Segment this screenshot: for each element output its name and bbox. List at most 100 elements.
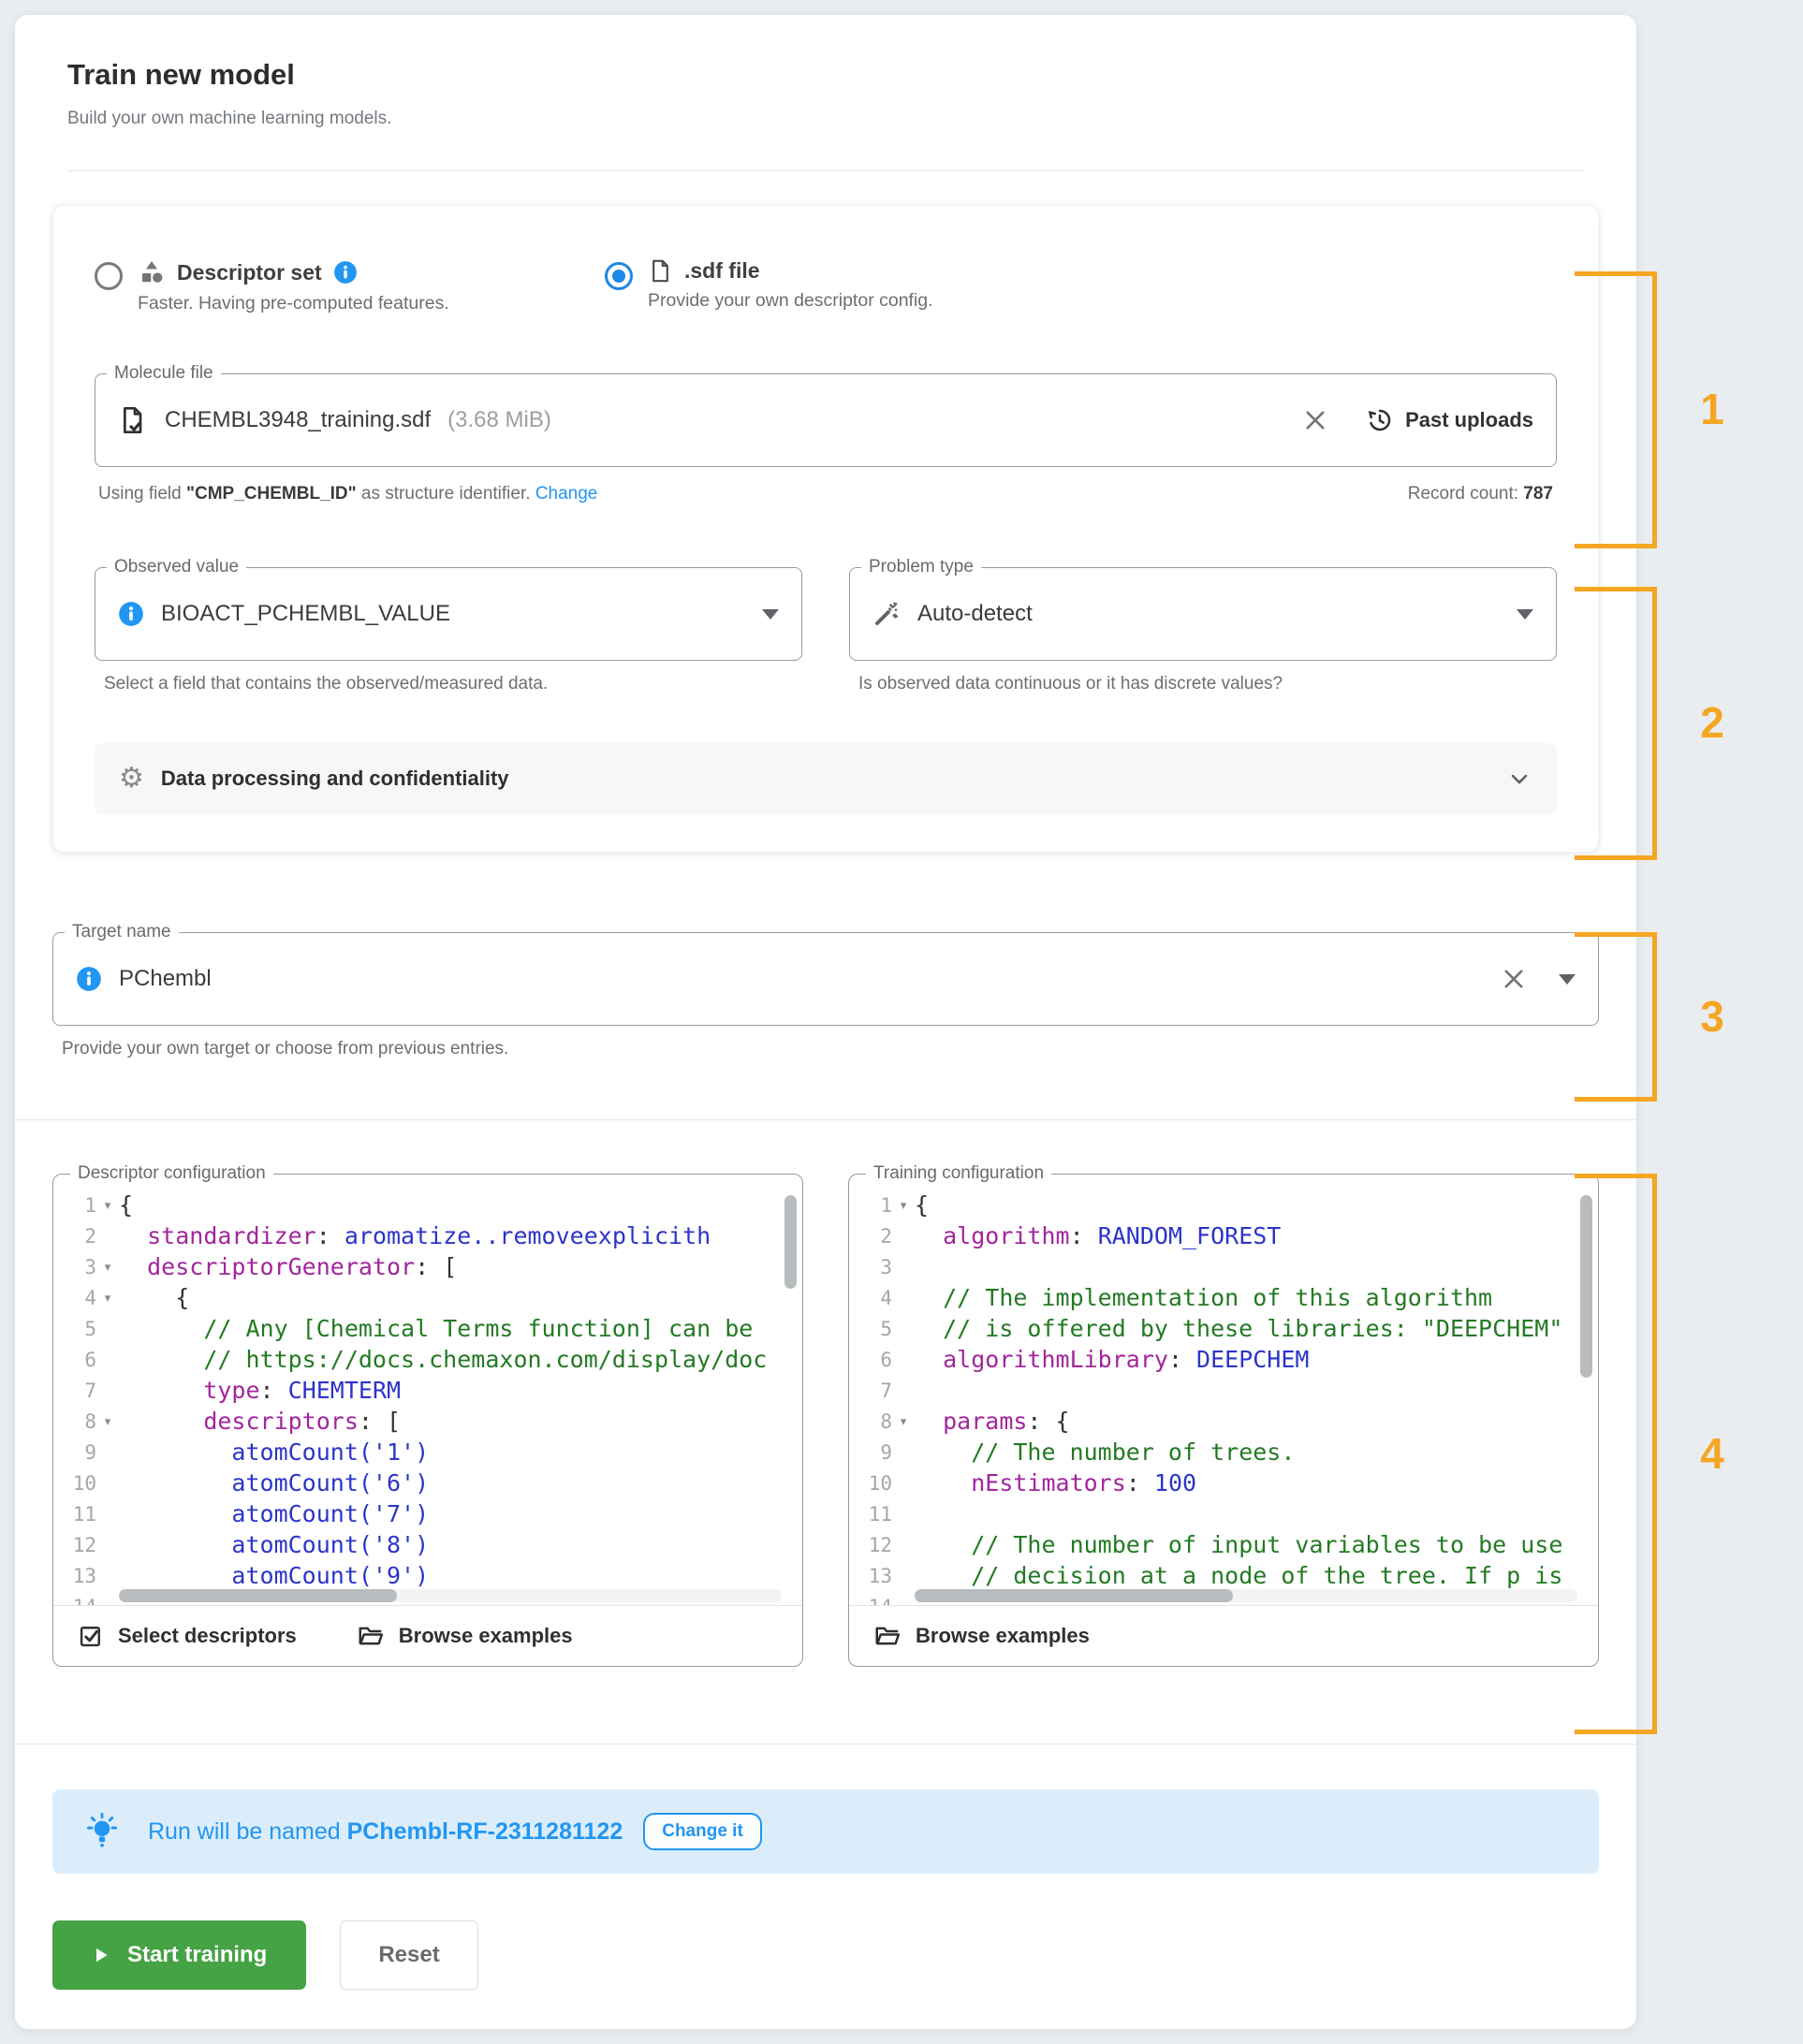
code-line: 9 // The number of trees. (849, 1437, 1598, 1467)
page-subtitle: Build your own machine learning models. (67, 107, 1584, 131)
select-descriptors-button[interactable]: Select descriptors (78, 1623, 297, 1649)
code-line: 12 // The number of input variables to b… (849, 1529, 1598, 1560)
browse-examples-label: Browse examples (916, 1624, 1090, 1648)
target-name-helper: Provide your own target or choose from p… (52, 1039, 1599, 1059)
fold-arrow-icon[interactable]: ▾ (96, 1291, 119, 1306)
record-count: Record count: 787 (1408, 484, 1553, 504)
section-divider (15, 1119, 1636, 1120)
identifier-field: "CMP_CHEMBL_ID" (186, 484, 357, 504)
radio-sdf-file[interactable] (605, 262, 633, 290)
record-count-value: 787 (1523, 484, 1553, 504)
code-line: 6 // https://docs.chemaxon.com/display/d… (53, 1344, 802, 1375)
code-line: 1▾{ (53, 1190, 802, 1220)
run-name-value: PChembl-RF-2311281122 (347, 1818, 623, 1845)
data-source-card: Descriptor set Faster. Having pre-comput… (52, 205, 1599, 853)
scrollbar-thumb[interactable] (915, 1589, 1233, 1602)
code-line: 4▾ { (53, 1282, 802, 1313)
main-card: Train new model Build your own machine l… (15, 15, 1636, 2029)
problem-type-select[interactable]: Problem type Auto-detect (849, 557, 1557, 661)
training-config-code[interactable]: 1▾{2 algorithm: RANDOM_FOREST34 // The i… (849, 1190, 1598, 1605)
fold-arrow-icon[interactable]: ▾ (96, 1260, 119, 1275)
observed-value-select[interactable]: Observed value BIOACT_PCHEMBL_VALUE (95, 557, 802, 661)
annotation-number-2: 2 (1679, 697, 1745, 748)
code-line: 11 atomCount('7') (53, 1498, 802, 1529)
code-line: 5 // Any [Chemical Terms function] can b… (53, 1313, 802, 1344)
run-name-text: Run will be named PChembl-RF-2311281122 (148, 1818, 623, 1846)
run-name-banner: Run will be named PChembl-RF-2311281122 … (52, 1789, 1599, 1874)
horizontal-scrollbar[interactable] (915, 1589, 1577, 1602)
clear-file-icon[interactable] (1302, 407, 1328, 433)
radio-desc-descriptor-set: Faster. Having pre-computed features. (138, 293, 449, 314)
horizontal-scrollbar[interactable] (119, 1589, 782, 1602)
change-run-name-button[interactable]: Change it (643, 1813, 762, 1850)
training-config-editor[interactable]: 1▾{2 algorithm: RANDOM_FOREST34 // The i… (849, 1184, 1598, 1605)
fold-arrow-icon[interactable]: ▾ (892, 1198, 915, 1213)
observed-value-value: BIOACT_PCHEMBL_VALUE (161, 601, 450, 627)
fold-arrow-icon[interactable]: ▾ (96, 1414, 119, 1429)
chevron-down-icon[interactable] (1559, 974, 1576, 985)
history-icon (1366, 406, 1394, 434)
code-line: 4 // The implementation of this algorith… (849, 1282, 1598, 1313)
info-icon[interactable] (76, 966, 102, 992)
browse-examples-button[interactable]: Browse examples (873, 1622, 1090, 1650)
chevron-down-icon[interactable] (762, 609, 779, 620)
page-title: Train new model (67, 58, 1584, 92)
code-line: 13 atomCount('9') (53, 1560, 802, 1591)
category-icon (138, 258, 166, 286)
data-processing-expander[interactable]: ⚙ Data processing and confidentiality (95, 743, 1557, 814)
browse-examples-label: Browse examples (399, 1624, 573, 1648)
chevron-down-icon[interactable] (1517, 609, 1533, 620)
play-icon (92, 1945, 110, 1965)
problem-type-value: Auto-detect (917, 601, 1033, 627)
radio-option-descriptor-set[interactable]: Descriptor set Faster. Having pre-comput… (95, 258, 605, 314)
problem-type-label: Problem type (869, 557, 974, 577)
code-line: 12 atomCount('8') (53, 1529, 802, 1560)
browse-examples-button[interactable]: Browse examples (357, 1622, 573, 1650)
code-line: 6 algorithmLibrary: DEEPCHEM (849, 1344, 1598, 1375)
radio-option-sdf-file[interactable]: .sdf file Provide your own descriptor co… (605, 258, 933, 312)
descriptor-config-editor[interactable]: 1▾{2 standardizer: aromatize..removeexpl… (53, 1184, 802, 1605)
vertical-scrollbar[interactable] (784, 1195, 797, 1289)
target-name-field[interactable]: Target name PChembl (52, 922, 1599, 1026)
folder-open-icon (873, 1622, 902, 1650)
code-line: 2 algorithm: RANDOM_FOREST (849, 1220, 1598, 1251)
molecule-file-fieldset: Molecule file CHEMBL3948_training.sdf (3… (95, 363, 1557, 467)
annotation-number-1: 1 (1679, 384, 1745, 434)
header-divider (67, 170, 1584, 171)
descriptor-configuration-fieldset: Descriptor configuration 1▾{2 standardiz… (52, 1163, 803, 1667)
checkbox-icon (78, 1623, 104, 1649)
info-icon[interactable] (333, 260, 358, 285)
radio-descriptor-set[interactable] (95, 262, 123, 290)
fold-arrow-icon[interactable]: ▾ (96, 1198, 119, 1213)
change-identifier-link[interactable]: Change (535, 484, 598, 504)
start-training-button[interactable]: Start training (52, 1920, 306, 1990)
descriptor-config-code[interactable]: 1▾{2 standardizer: aromatize..removeexpl… (53, 1190, 802, 1605)
code-line: 10 atomCount('6') (53, 1467, 802, 1498)
target-name-value: PChembl (119, 966, 212, 992)
code-line: 7 (849, 1375, 1598, 1406)
select-descriptors-label: Select descriptors (118, 1624, 297, 1648)
code-line: 1▾{ (849, 1190, 1598, 1220)
magic-wand-icon (872, 600, 901, 628)
target-name-label: Target name (72, 922, 171, 942)
code-line: 11 (849, 1498, 1598, 1529)
observed-value-label: Observed value (114, 557, 239, 577)
code-line: 9 atomCount('1') (53, 1437, 802, 1467)
info-icon[interactable] (118, 601, 144, 627)
section-divider (15, 1744, 1636, 1745)
fold-arrow-icon[interactable]: ▾ (892, 1414, 915, 1429)
chevron-down-icon[interactable] (1506, 766, 1532, 792)
reset-button[interactable]: Reset (340, 1920, 477, 1990)
descriptor-config-footer: Select descriptors Browse examples (53, 1605, 802, 1666)
clear-target-icon[interactable] (1501, 966, 1527, 992)
code-line: 7 type: CHEMTERM (53, 1375, 802, 1406)
start-training-label: Start training (127, 1942, 267, 1968)
annotation-number-4: 4 (1679, 1428, 1745, 1479)
past-uploads-button[interactable]: Past uploads (1366, 406, 1533, 434)
train-new-model-page: Train new model Build your own machine l… (0, 0, 1803, 2044)
scrollbar-thumb[interactable] (119, 1589, 397, 1602)
source-type-radio-group: Descriptor set Faster. Having pre-comput… (95, 258, 1557, 314)
content: Descriptor set Faster. Having pre-comput… (15, 205, 1636, 1990)
vertical-scrollbar[interactable] (1580, 1195, 1592, 1378)
radio-desc-sdf-file: Provide your own descriptor config. (648, 290, 933, 312)
